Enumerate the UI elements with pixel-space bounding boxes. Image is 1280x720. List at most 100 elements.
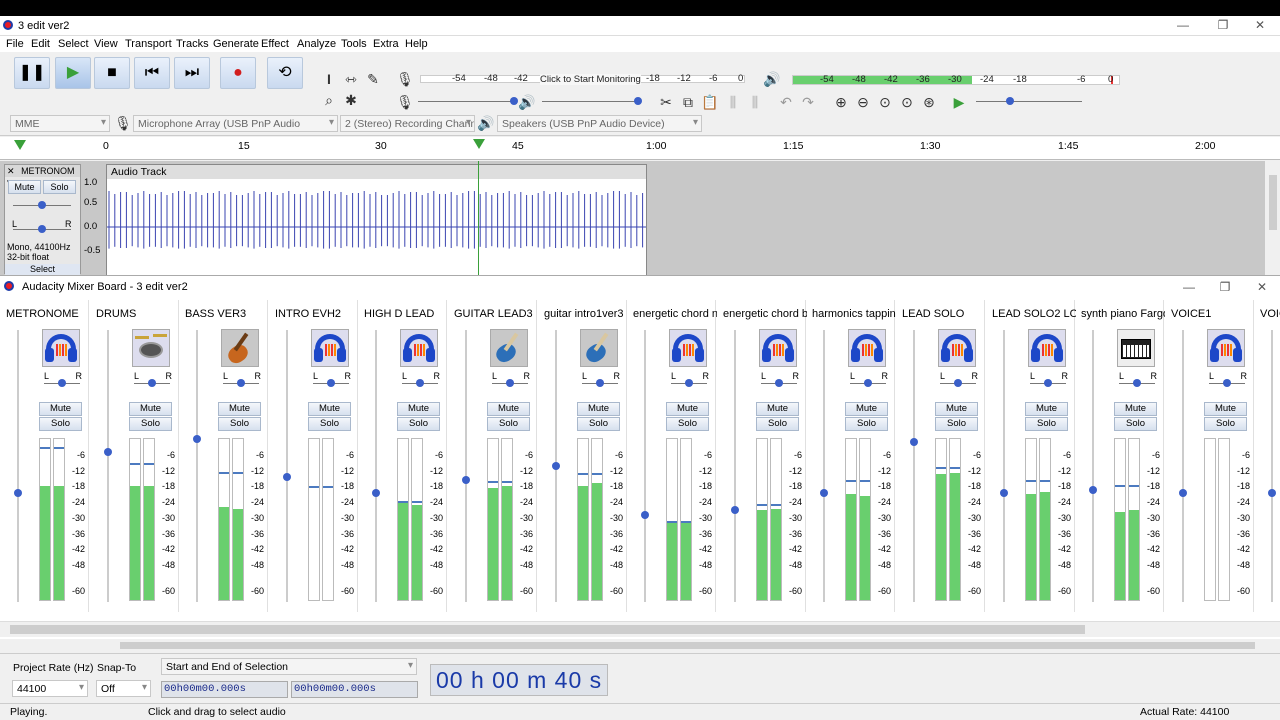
pan-knob[interactable] bbox=[506, 379, 514, 387]
multi-tool-icon[interactable]: ✱ bbox=[342, 91, 360, 109]
pan-slider[interactable]: LR bbox=[44, 371, 82, 387]
pan-knob[interactable] bbox=[58, 379, 66, 387]
record-volume-slider[interactable] bbox=[418, 101, 514, 102]
gain-fader-track[interactable] bbox=[823, 330, 825, 602]
track-pan-knob[interactable] bbox=[38, 225, 46, 233]
gain-fader-knob[interactable] bbox=[193, 435, 201, 443]
pause-button[interactable]: ❚❚ bbox=[14, 57, 50, 89]
solo-button[interactable]: Solo bbox=[308, 417, 351, 431]
mute-button[interactable]: Mute bbox=[935, 402, 978, 416]
draw-tool-icon[interactable]: ✎ bbox=[364, 70, 382, 88]
menu-transport[interactable]: Transport bbox=[125, 38, 172, 50]
audio-position-display[interactable]: 00 h 00 m 40 s bbox=[430, 664, 608, 696]
play-button[interactable]: ▶ bbox=[55, 57, 91, 89]
pan-slider[interactable]: LR bbox=[671, 371, 709, 387]
pan-knob[interactable] bbox=[327, 379, 335, 387]
gain-fader-track[interactable] bbox=[17, 330, 19, 602]
gain-fader-knob[interactable] bbox=[820, 489, 828, 497]
track-hscroll-thumb[interactable] bbox=[120, 642, 1255, 649]
track-close-icon[interactable]: ✕ bbox=[7, 166, 15, 176]
menu-select[interactable]: Select bbox=[58, 38, 89, 50]
speaker-icon[interactable]: 🔊 bbox=[763, 70, 781, 88]
skip-to-end-button[interactable]: ⏭ bbox=[174, 57, 210, 89]
mute-button[interactable]: Mute bbox=[308, 402, 351, 416]
mixer-strip-name[interactable]: HIGH D LEAD bbox=[364, 308, 448, 320]
mixer-horizontal-scrollbar[interactable] bbox=[0, 621, 1280, 637]
gain-fader-knob[interactable] bbox=[552, 462, 560, 470]
gain-fader-knob[interactable] bbox=[641, 511, 649, 519]
menu-edit[interactable]: Edit bbox=[31, 38, 50, 50]
pan-slider[interactable]: LR bbox=[313, 371, 351, 387]
pan-knob[interactable] bbox=[775, 379, 783, 387]
solo-button[interactable]: Solo bbox=[1204, 417, 1247, 431]
pan-slider[interactable]: LR bbox=[1209, 371, 1247, 387]
mute-button[interactable]: Mute bbox=[39, 402, 82, 416]
silence-icon[interactable]: ⫼ bbox=[746, 93, 764, 111]
track-name[interactable]: METRONOM bbox=[21, 166, 75, 176]
mixer-strip-name[interactable]: GUITAR LEAD3 bbox=[454, 308, 538, 320]
paste-icon[interactable]: 📋 bbox=[701, 93, 719, 111]
mixer-strip-name[interactable]: energetic chord n bbox=[633, 308, 717, 320]
gain-fader-knob[interactable] bbox=[372, 489, 380, 497]
click-to-start-monitoring[interactable]: Click to Start Monitoring bbox=[540, 74, 641, 85]
mute-button[interactable]: Mute bbox=[218, 402, 261, 416]
gain-fader-track[interactable] bbox=[196, 330, 198, 602]
gain-fader-track[interactable] bbox=[286, 330, 288, 602]
timeline-ruler[interactable]: 0 15 30 45 1:00 1:15 1:30 1:45 2:00 bbox=[0, 137, 1280, 160]
envelope-tool-icon[interactable]: ⇿ bbox=[342, 70, 360, 88]
pan-knob[interactable] bbox=[1133, 379, 1141, 387]
gain-fader-track[interactable] bbox=[375, 330, 377, 602]
pan-knob[interactable] bbox=[148, 379, 156, 387]
menu-extra[interactable]: Extra bbox=[373, 38, 399, 50]
track-vertical-scrollbar[interactable] bbox=[1266, 161, 1280, 275]
pan-slider[interactable]: LR bbox=[492, 371, 530, 387]
pan-slider[interactable]: LR bbox=[761, 371, 799, 387]
zoom-toggle-icon[interactable]: ⊛ bbox=[920, 93, 938, 111]
play-speed-slider[interactable] bbox=[976, 101, 1082, 102]
solo-button[interactable]: Solo bbox=[1025, 417, 1068, 431]
selection-end-time[interactable]: 00h00m00.000s bbox=[291, 681, 418, 698]
menu-file[interactable]: File bbox=[6, 38, 24, 50]
pan-knob[interactable] bbox=[596, 379, 604, 387]
trim-icon[interactable]: ⫼ bbox=[724, 93, 742, 111]
pan-knob[interactable] bbox=[1223, 379, 1231, 387]
gain-fader-track[interactable] bbox=[1271, 330, 1273, 602]
solo-button[interactable]: Solo bbox=[756, 417, 799, 431]
mixer-close-button[interactable]: ✕ bbox=[1251, 280, 1273, 294]
cut-icon[interactable]: ✂ bbox=[657, 93, 675, 111]
recording-channels-select[interactable]: 2 (Stereo) Recording Chann bbox=[340, 115, 475, 132]
mute-button[interactable]: Mute bbox=[1025, 402, 1068, 416]
pan-knob[interactable] bbox=[416, 379, 424, 387]
solo-button[interactable]: Solo bbox=[129, 417, 172, 431]
recording-device-select[interactable]: Microphone Array (USB PnP Audio bbox=[133, 115, 338, 132]
record-button[interactable]: ● bbox=[220, 57, 256, 89]
solo-button[interactable]: Solo bbox=[845, 417, 888, 431]
mute-button[interactable]: Mute bbox=[1114, 402, 1157, 416]
menu-help[interactable]: Help bbox=[405, 38, 428, 50]
solo-button[interactable]: Solo bbox=[487, 417, 530, 431]
pan-slider[interactable]: LR bbox=[134, 371, 172, 387]
pan-slider[interactable]: LR bbox=[582, 371, 620, 387]
mixer-strip-name[interactable]: synth piano Fargo bbox=[1081, 308, 1165, 320]
pan-slider[interactable]: LR bbox=[1119, 371, 1157, 387]
menu-tracks[interactable]: Tracks bbox=[176, 38, 209, 50]
mixer-strip-name[interactable]: METRONOME bbox=[6, 308, 90, 320]
audio-clip[interactable]: Audio Track bbox=[106, 164, 647, 276]
gain-fader-track[interactable] bbox=[1182, 330, 1184, 602]
menu-tools[interactable]: Tools bbox=[341, 38, 367, 50]
fit-project-icon[interactable]: ⊙ bbox=[898, 93, 916, 111]
gain-fader-track[interactable] bbox=[465, 330, 467, 602]
pan-slider[interactable]: LR bbox=[940, 371, 978, 387]
maximize-button[interactable]: ❐ bbox=[1212, 18, 1234, 32]
mute-button[interactable]: Mute bbox=[577, 402, 620, 416]
gain-fader-knob[interactable] bbox=[1000, 489, 1008, 497]
mixer-strip-name[interactable]: DRUMS bbox=[96, 308, 180, 320]
undo-icon[interactable]: ↶ bbox=[777, 93, 795, 111]
solo-button[interactable]: Solo bbox=[666, 417, 709, 431]
pan-knob[interactable] bbox=[1044, 379, 1052, 387]
gain-fader-knob[interactable] bbox=[283, 473, 291, 481]
playback-device-select[interactable]: Speakers (USB PnP Audio Device) bbox=[497, 115, 702, 132]
menu-analyze[interactable]: Analyze bbox=[297, 38, 336, 50]
solo-button[interactable]: Solo bbox=[577, 417, 620, 431]
gain-fader-knob[interactable] bbox=[1179, 489, 1187, 497]
